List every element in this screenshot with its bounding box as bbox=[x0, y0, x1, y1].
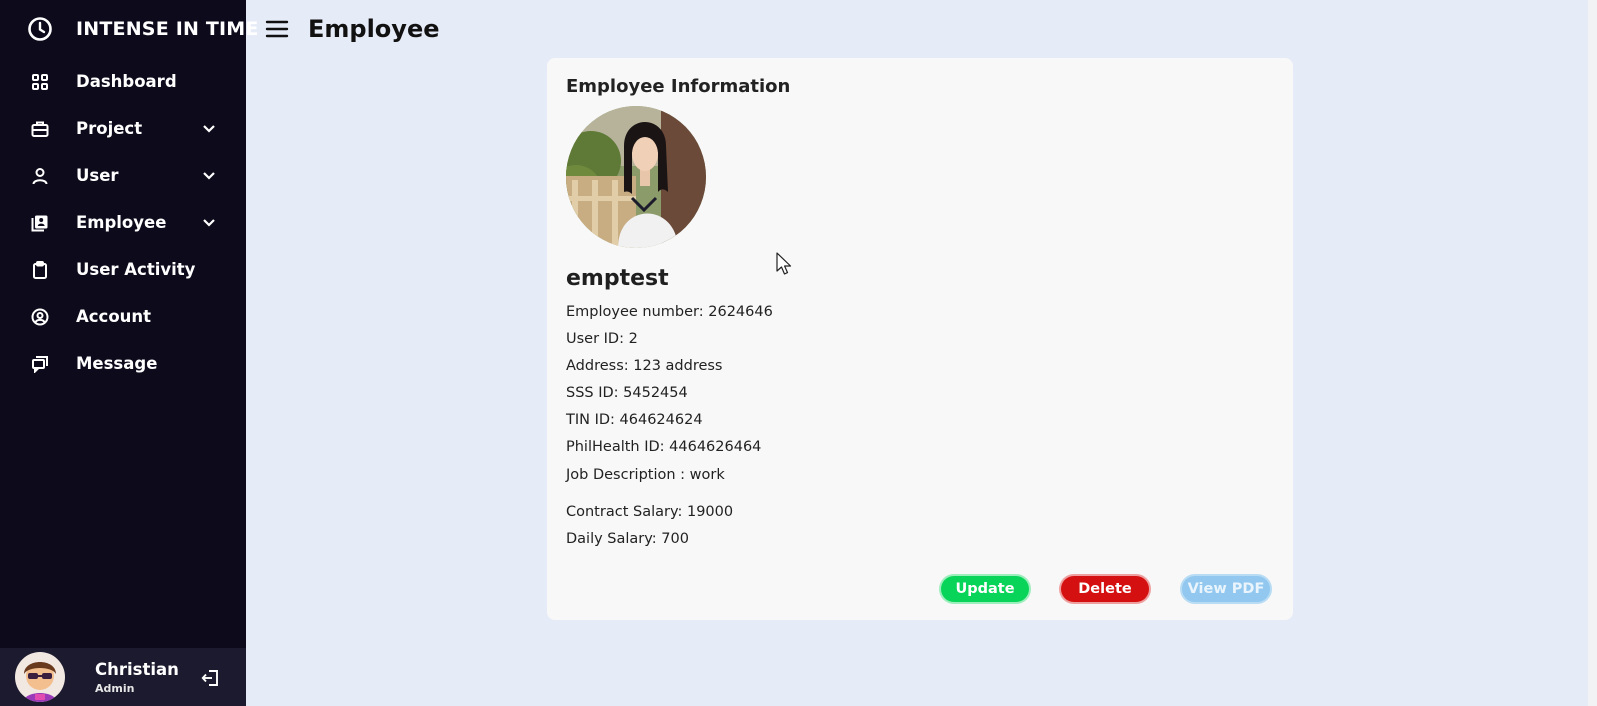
avatar[interactable] bbox=[15, 652, 65, 702]
employee-number: Employee number: 2624646 bbox=[566, 304, 773, 320]
hamburger-menu-icon[interactable] bbox=[262, 14, 292, 44]
briefcase-icon bbox=[30, 119, 50, 139]
sidebar-item-label: User bbox=[76, 166, 119, 185]
clipboard-icon bbox=[30, 260, 50, 280]
employee-info-card: Employee Information emptest Employee nu… bbox=[547, 58, 1293, 620]
daily-salary: Daily Salary: 700 bbox=[566, 531, 689, 547]
sidebar-item-label: User Activity bbox=[76, 260, 196, 279]
sidebar-item-user[interactable]: User bbox=[0, 152, 246, 199]
page-title: Employee bbox=[308, 15, 440, 43]
grid-icon bbox=[30, 72, 50, 92]
update-button[interactable]: Update bbox=[939, 574, 1031, 604]
current-user-panel: Christian Admin bbox=[0, 648, 246, 706]
chevron-down-icon[interactable] bbox=[200, 167, 218, 185]
contract-salary: Contract Salary: 19000 bbox=[566, 504, 734, 520]
address: Address: 123 address bbox=[566, 358, 723, 374]
sidebar-item-label: Account bbox=[76, 307, 152, 326]
sidebar-item-account[interactable]: Account bbox=[0, 293, 246, 340]
window-edge bbox=[1588, 0, 1597, 706]
sidebar-item-message[interactable]: Message bbox=[0, 340, 246, 387]
current-user-name: Christian bbox=[95, 659, 179, 679]
sidebar: INTENSE IN TIME Dashboard Project User E… bbox=[0, 0, 258, 706]
mouse-cursor-icon bbox=[775, 252, 793, 276]
sidebar-item-label: Dashboard bbox=[76, 72, 177, 91]
person-icon bbox=[30, 166, 50, 186]
brand[interactable]: INTENSE IN TIME bbox=[0, 0, 258, 58]
sidebar-item-project[interactable]: Project bbox=[0, 105, 246, 152]
user-circle-icon bbox=[30, 307, 50, 327]
philhealth-id: PhilHealth ID: 4464626464 bbox=[566, 439, 762, 455]
sidebar-item-label: Project bbox=[76, 119, 143, 138]
job-description: Job Description : work bbox=[566, 467, 725, 483]
user-id: User ID: 2 bbox=[566, 331, 638, 347]
view-pdf-button[interactable]: View PDF bbox=[1180, 574, 1272, 604]
current-user-role: Admin bbox=[95, 681, 135, 695]
sidebar-item-user-activity[interactable]: User Activity bbox=[0, 246, 246, 293]
sidebar-item-label: Employee bbox=[76, 213, 167, 232]
employee-photo bbox=[566, 106, 706, 248]
sidebar-nav: Dashboard Project User Employee User Act… bbox=[0, 58, 246, 387]
sss-id: SSS ID: 5452454 bbox=[566, 385, 688, 401]
chevron-down-icon[interactable] bbox=[200, 214, 218, 232]
tin-id: TIN ID: 464624624 bbox=[566, 412, 703, 428]
employee-name: emptest bbox=[566, 266, 669, 291]
sidebar-item-dashboard[interactable]: Dashboard bbox=[0, 58, 246, 105]
logout-icon[interactable] bbox=[200, 667, 222, 689]
top-bar: Employee bbox=[246, 0, 440, 58]
chat-icon bbox=[30, 354, 50, 374]
chevron-down-icon[interactable] bbox=[200, 120, 218, 138]
card-title: Employee Information bbox=[566, 76, 791, 97]
sidebar-item-employee[interactable]: Employee bbox=[0, 199, 246, 246]
contact-book-icon bbox=[30, 213, 50, 233]
sidebar-item-label: Message bbox=[76, 354, 158, 373]
brand-name: INTENSE IN TIME bbox=[76, 18, 259, 40]
delete-button[interactable]: Delete bbox=[1059, 574, 1151, 604]
clock-icon bbox=[27, 16, 53, 42]
